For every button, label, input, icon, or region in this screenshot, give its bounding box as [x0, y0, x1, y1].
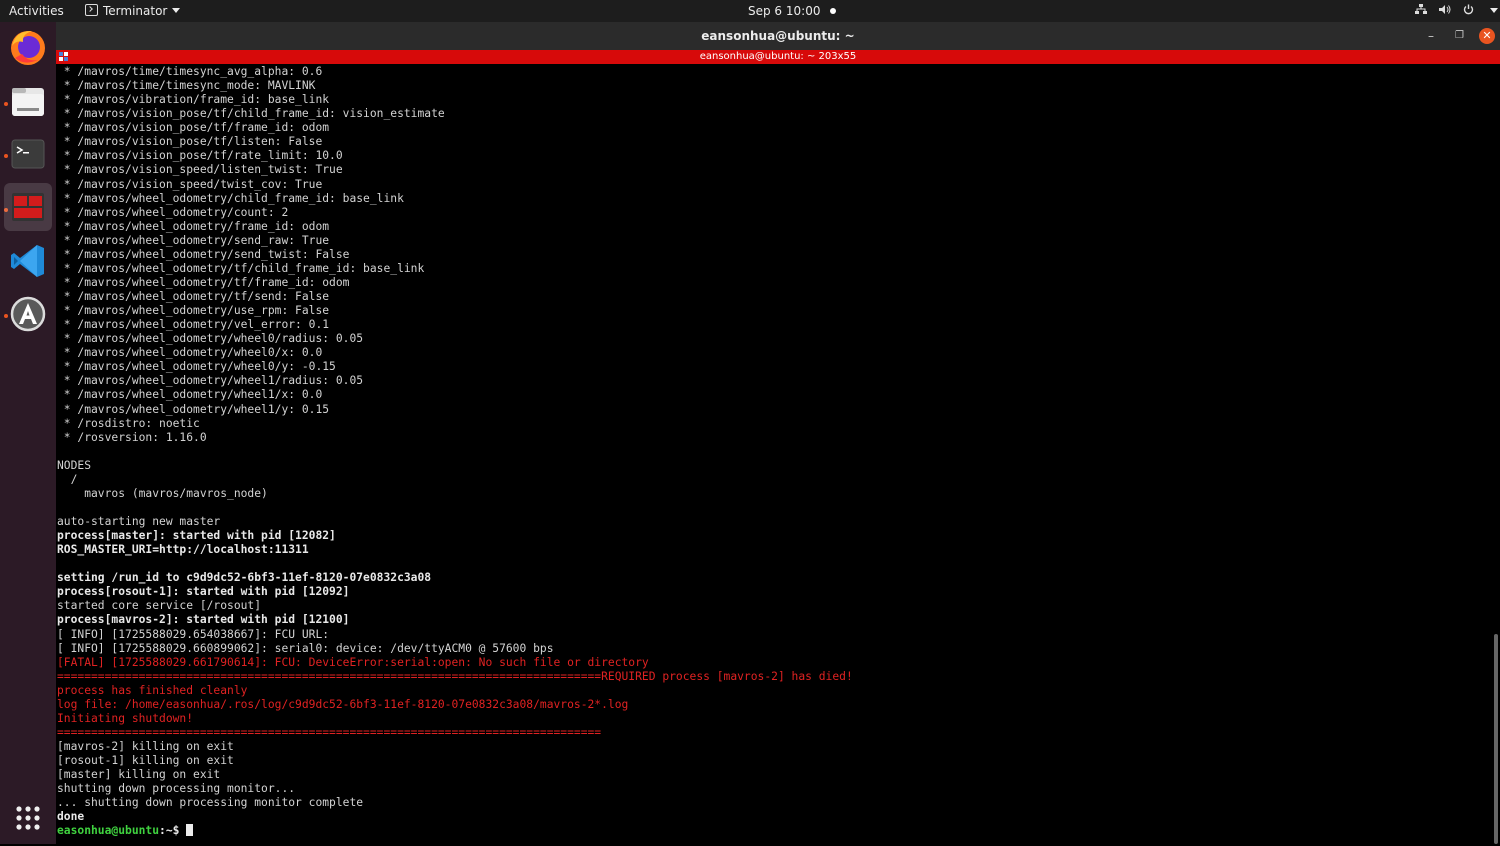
terminal-line: * /mavros/wheel_odometry/tf/frame_id: od… — [57, 275, 350, 289]
window-title: eansonhua@ubuntu: ~ — [701, 29, 855, 43]
terminal-line: * /rosversion: 1.16.0 — [57, 430, 207, 444]
terminal-line: shutting down processing monitor... — [57, 782, 296, 796]
terminal-line: ROS_MASTER_URI=http://localhost:11311 — [57, 543, 309, 557]
dock — [0, 22, 56, 844]
terminal-line: * /mavros/vision_pose/tf/frame_id: odom — [57, 121, 330, 135]
power-icon — [1463, 1, 1474, 23]
app-menu-label: Terminator — [103, 4, 168, 18]
terminal-title: eansonhua@ubuntu: ~ 203x55 — [699, 51, 857, 62]
terminal-lines: * /mavros/time/timesync_avg_alpha: 0.6 *… — [57, 65, 853, 838]
text-cursor — [186, 824, 194, 837]
top-bar: Activities Terminator Sep 6 10:00 — [0, 0, 1500, 22]
network-icon — [1415, 1, 1427, 23]
terminator-icon — [12, 193, 44, 221]
files-icon — [12, 88, 44, 116]
terminal-titlebar[interactable]: eansonhua@ubuntu: ~ 203x55 — [56, 50, 1500, 64]
terminal-line: process[mavros-2]: started with pid [121… — [57, 613, 350, 627]
terminal-line: * /mavros/wheel_odometry/wheel1/y: 0.15 — [57, 402, 330, 416]
app-menu[interactable]: Terminator — [85, 0, 181, 22]
terminal-line: * /mavros/vibration/frame_id: base_link — [57, 93, 330, 107]
terminal-line: [mavros-2] killing on exit — [57, 740, 234, 753]
system-tray[interactable] — [1415, 0, 1500, 22]
prompt-user: easonhua@ubuntu — [57, 824, 160, 838]
terminal-line: * /mavros/wheel_odometry/wheel0/x: 0.0 — [57, 346, 323, 360]
terminal-line: * /rosdistro: noetic — [57, 416, 200, 430]
dock-item-terminator[interactable] — [4, 183, 52, 231]
terminal-line: process[master]: started with pid [12082… — [57, 529, 336, 543]
terminal-line: ... shutting down processing monitor com… — [57, 796, 364, 810]
terminal-line: [rosout-1] killing on exit — [57, 754, 234, 768]
terminal-line: * /mavros/wheel_odometry/send_twist: Fal… — [57, 247, 350, 261]
terminal-line: setting /run_id to c9d9dc52-6bf3-11ef-81… — [57, 571, 432, 585]
terminal-output[interactable]: * /mavros/time/timesync_avg_alpha: 0.6 *… — [56, 64, 1492, 844]
dock-item-firefox[interactable] — [4, 24, 52, 72]
terminal-line: * /mavros/wheel_odometry/use_rpm: False — [57, 304, 330, 318]
terminal-line: ========================================… — [57, 669, 853, 683]
terminal-line: Initiating shutdown! — [57, 711, 194, 725]
clock-button[interactable]: Sep 6 10:00 — [748, 0, 837, 22]
terminal-line: log file: /home/easonhua/.ros/log/c9d9dc… — [57, 697, 629, 711]
window-titlebar[interactable]: eansonhua@ubuntu: ~ – ❐ ✕ — [56, 22, 1500, 50]
volume-icon — [1438, 1, 1451, 23]
scrollbar-thumb[interactable] — [1494, 634, 1498, 844]
terminal-line: * /mavros/vision_pose/tf/child_frame_id:… — [57, 107, 445, 121]
chevron-down-icon — [172, 8, 181, 13]
terminal-app-icon — [85, 4, 98, 16]
chevron-down-icon — [1490, 8, 1499, 13]
terminal-line: * /mavros/time/timesync_avg_alpha: 0.6 — [57, 65, 323, 78]
terminal-line: * /mavros/vision_speed/listen_twist: Tru… — [57, 163, 343, 177]
clock-label: Sep 6 10:00 — [748, 4, 821, 18]
vscode-icon — [11, 245, 44, 277]
terminal-icon — [11, 139, 45, 169]
terminator-group-icon[interactable] — [59, 52, 69, 62]
terminal-line: NODES — [57, 458, 92, 472]
dock-item-files[interactable] — [4, 78, 52, 126]
terminal-line: [master] killing on exit — [57, 768, 221, 782]
terminal-line: * /mavros/wheel_odometry/wheel0/radius: … — [57, 332, 364, 346]
terminal-line: process[rosout-1]: started with pid [120… — [57, 585, 350, 599]
firefox-icon — [11, 30, 45, 65]
terminal-line: * /mavros/wheel_odometry/frame_id: odom — [57, 219, 330, 233]
terminal-line: started core service [/rosout] — [57, 599, 262, 613]
terminal-line: [FATAL] [1725588029.661790614]: FCU: Dev… — [57, 655, 649, 669]
terminal-line: auto-starting new master — [57, 515, 221, 528]
terminal-line: * /mavros/wheel_odometry/tf/send: False — [57, 290, 330, 303]
terminal-line: process has finished cleanly — [57, 683, 248, 697]
terminal-line: [ INFO] [1725588029.654038667]: FCU URL: — [57, 627, 330, 641]
dock-item-software[interactable] — [4, 290, 52, 338]
terminal-line: mavros (mavros/mavros_node) — [57, 486, 268, 500]
dock-item-terminal[interactable] — [4, 130, 52, 178]
show-apps-icon — [16, 806, 40, 830]
terminal-scrollbar[interactable] — [1492, 64, 1500, 844]
terminal-line: * /mavros/time/timesync_mode: MAVLINK — [57, 79, 316, 93]
software-center-icon — [10, 296, 46, 332]
activities-button[interactable]: Activities — [9, 0, 64, 22]
close-button[interactable]: ✕ — [1479, 28, 1495, 44]
terminal-line: * /mavros/wheel_odometry/wheel1/radius: … — [57, 374, 364, 388]
terminal-line: / — [57, 472, 78, 486]
maximize-button[interactable]: ❐ — [1455, 22, 1464, 50]
terminal-line: * /mavros/wheel_odometry/tf/child_frame_… — [57, 261, 425, 275]
terminal-prompt[interactable]: easonhua@ubuntu:~$ — [57, 824, 853, 838]
terminal-line: * /mavros/wheel_odometry/send_raw: True — [57, 233, 330, 247]
minimize-button[interactable]: – — [1428, 22, 1434, 50]
terminal-line: * /mavros/wheel_odometry/child_frame_id:… — [57, 191, 404, 205]
prompt-path: :~$ — [159, 824, 187, 838]
notification-dot-icon — [830, 8, 837, 14]
terminal-line: ========================================… — [57, 725, 602, 739]
terminal-line: * /mavros/wheel_odometry/vel_error: 0.1 — [57, 318, 330, 332]
terminal-line: * /mavros/vision_speed/twist_cov: True — [57, 177, 323, 191]
dock-item-show-apps[interactable] — [4, 794, 52, 842]
terminal-line: done — [57, 810, 85, 824]
terminal-line: * /mavros/wheel_odometry/count: 2 — [57, 205, 289, 219]
dock-item-vscode[interactable] — [4, 237, 52, 285]
terminal-line: [ INFO] [1725588029.660899062]: serial0:… — [57, 641, 554, 655]
terminal-line: * /mavros/vision_pose/tf/rate_limit: 10.… — [57, 149, 343, 163]
terminal-line: * /mavros/wheel_odometry/wheel1/x: 0.0 — [57, 388, 323, 402]
terminal-line: * /mavros/vision_pose/tf/listen: False — [57, 135, 323, 149]
terminal-line: * /mavros/wheel_odometry/wheel0/y: -0.15 — [57, 360, 336, 374]
